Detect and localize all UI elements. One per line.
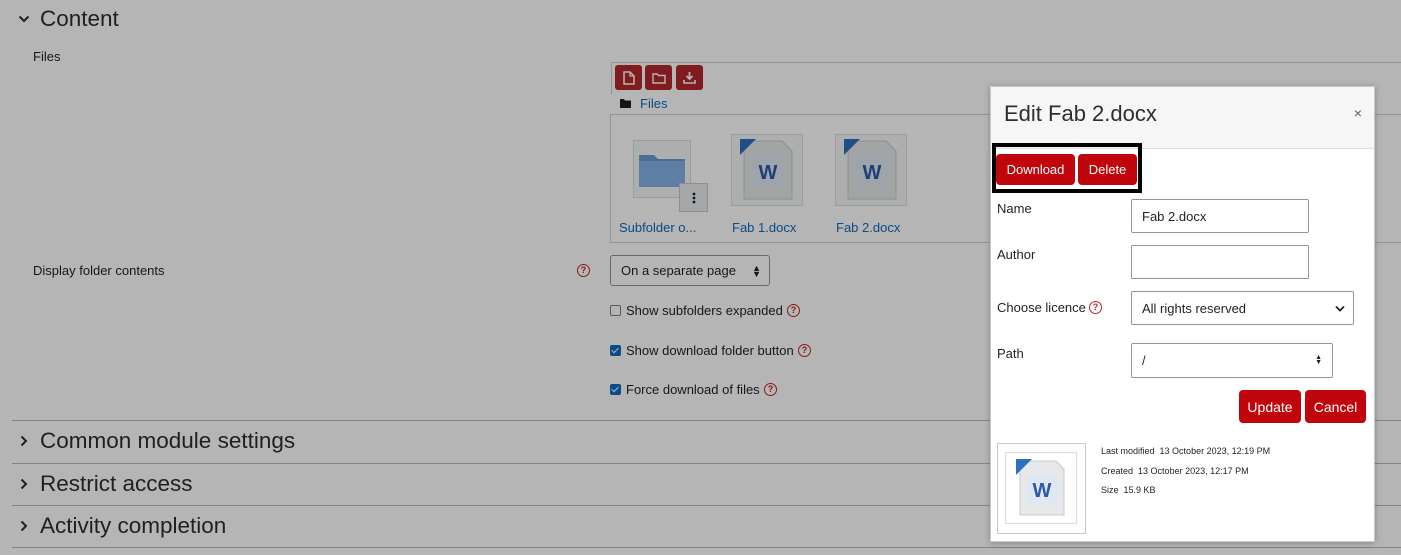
name-label: Name [997,201,1032,216]
update-button[interactable]: Update [1239,390,1301,423]
meta-value: 15.9 KB [1123,485,1156,495]
dialog-header: Edit Fab 2.docx × [991,87,1374,149]
dialog-title: Edit Fab 2.docx [1004,101,1157,126]
name-value: Fab 2.docx [1142,208,1207,224]
delete-button[interactable]: Delete [1078,154,1137,185]
word-document-icon: W [1016,459,1065,516]
meta-size: Size 15.9 KB [1101,485,1156,495]
preview-thumbnail: W [1005,452,1077,524]
path-value: / [1142,353,1146,368]
author-label: Author [997,247,1036,262]
select-arrows-icon: ▲ ▼ [1315,354,1322,366]
meta-created: Created 13 October 2023, 12:17 PM [1101,466,1249,476]
meta-label: Size [1101,485,1119,495]
meta-label: Created [1101,466,1134,476]
path-select[interactable]: / ▲ ▼ [1131,343,1333,378]
cancel-button[interactable]: Cancel [1305,390,1366,423]
help-icon[interactable]: ? [1089,301,1102,314]
path-label: Path [997,346,1024,361]
download-button[interactable]: Download [996,154,1075,185]
meta-value: 13 October 2023, 12:19 PM [1159,446,1271,456]
author-input[interactable] [1131,245,1309,279]
meta-modified: Last modified 13 October 2023, 12:19 PM [1101,446,1270,456]
name-input[interactable]: Fab 2.docx [1131,199,1309,233]
svg-text:W: W [1033,480,1052,502]
meta-label: Last modified [1101,446,1155,456]
chevron-down-icon [1335,305,1345,312]
licence-select[interactable]: All rights reserved [1131,291,1354,325]
licence-value: All rights reserved [1142,300,1247,316]
file-preview: W [997,443,1086,534]
meta-value: 13 October 2023, 12:17 PM [1138,466,1249,476]
licence-label: Choose licence [997,300,1086,315]
close-icon[interactable]: × [1354,105,1362,121]
